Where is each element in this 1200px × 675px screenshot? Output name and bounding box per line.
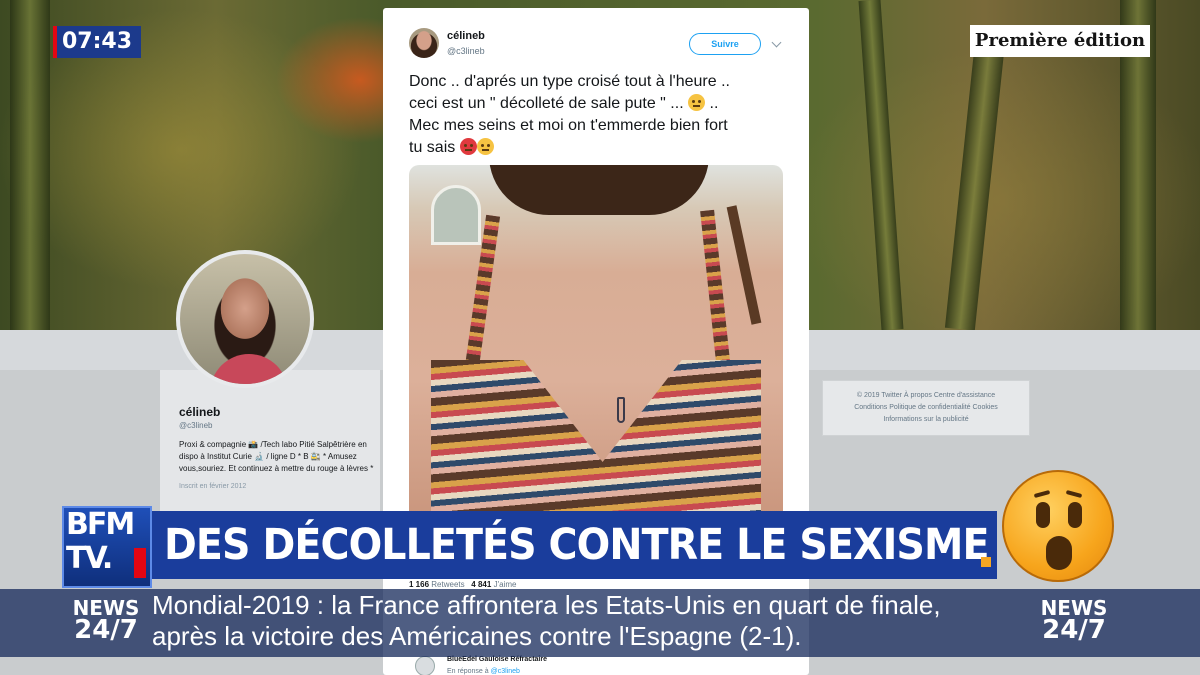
chevron-down-icon[interactable] (771, 37, 782, 48)
like-count[interactable]: 4 841 (471, 580, 491, 589)
emoji-brow (1033, 489, 1051, 499)
plant-stalk (10, 0, 50, 330)
footer-links-line[interactable]: Conditions Politique de confidentialité … (823, 402, 1029, 414)
emoji-brow (1065, 489, 1083, 499)
ticker-line: Mondial-2019 : la France affrontera les … (152, 590, 941, 620)
tweet-text-line: ceci est un " décolleté de sale pute " .… (409, 93, 789, 115)
like-label: J'aime (493, 580, 517, 589)
tweet-author-handle: @c3lineb (447, 46, 485, 56)
show-title: Première édition (970, 25, 1150, 57)
logo-red-bar (134, 548, 146, 578)
profile-info: célineb @c3lineb Proxi & compagnie 📸 /Te… (179, 405, 379, 490)
tweet-author-avatar[interactable] (409, 28, 439, 58)
eye-roll-emoji-icon (476, 138, 494, 155)
profile-avatar[interactable] (176, 250, 314, 388)
tweet-stats: 1 166 Retweets 4 841 J'aime (409, 580, 516, 589)
retweet-label: Retweets (431, 580, 465, 589)
ticker-line: après la victoire des Américaines contre… (152, 621, 802, 651)
photo-window (431, 185, 481, 245)
news-ticker-text: Mondial-2019 : la France affrontera les … (152, 590, 1022, 656)
photo-tattoo (617, 397, 625, 423)
photo-striped-top (431, 360, 761, 523)
footer-links-line[interactable]: Informations sur la publicité (823, 414, 1029, 426)
tweet-author-name[interactable]: célineb (447, 30, 485, 42)
follow-button[interactable]: Suivre (689, 33, 761, 55)
tweet-text-line: tu sais (409, 137, 789, 159)
tweet-text-line: Mec mes seins et moi on t'emmerde bien f… (409, 117, 728, 134)
footer-links-card: © 2019 Twitter À propos Centre d'assista… (822, 380, 1030, 436)
news-label-line: 24/7 (74, 615, 138, 645)
reply-avatar[interactable] (415, 656, 435, 675)
tweet-text-line: Donc .. d'aprés un type croisé tout à l'… (409, 73, 730, 90)
plant-stalk (858, 0, 904, 331)
bfmtv-logo: BFM TV. (62, 506, 152, 588)
retweet-count[interactable]: 1 166 (409, 580, 429, 589)
plant-stalk (944, 39, 1006, 331)
profile-joined-date: Inscrit en février 2012 (179, 483, 247, 490)
reply-handle-link[interactable]: @c3lineb (491, 668, 520, 675)
tweet-photo[interactable] (409, 165, 783, 523)
reply-context: En réponse à @c3lineb (447, 668, 520, 675)
emoji-eye (1068, 502, 1082, 528)
reply-prefix: En réponse à (447, 668, 489, 675)
news-label-line: 24/7 (1042, 615, 1106, 645)
profile-handle: @c3lineb (179, 421, 213, 430)
tweet-text-fragment: ceci est un " décolleté de sale pute " .… (409, 95, 684, 112)
photo-hair (489, 165, 709, 215)
footer-links-line[interactable]: © 2019 Twitter À propos Centre d'assista… (823, 390, 1029, 402)
headline-accent-dot (981, 557, 991, 567)
profile-bio: Proxi & compagnie 📸 /Tech labo Pitié Sal… (179, 440, 374, 473)
profile-name[interactable]: célineb (179, 405, 379, 419)
tweet-text: Donc .. d'aprés un type croisé tout à l'… (409, 71, 789, 159)
clock-accent (53, 26, 57, 58)
thinking-emoji-icon (688, 94, 706, 111)
tweet-text-fragment: .. (709, 95, 719, 112)
angry-emoji-icon (459, 138, 477, 155)
clock: 07:43 (53, 26, 141, 58)
photo-bag-strap (726, 205, 762, 325)
photo-strap (700, 209, 732, 381)
headline-text: DES DÉCOLLETÉS CONTRE LE SEXISME (164, 520, 989, 570)
reply-author-name[interactable]: BlueEdel Gauloise Réfractaire (447, 656, 547, 663)
news-24-7-label: NEWS 24/7 (66, 597, 146, 645)
headline-banner: DES DÉCOLLETÉS CONTRE LE SEXISME (152, 511, 997, 579)
news-24-7-label: NEWS 24/7 (1034, 597, 1114, 645)
tweet-text-fragment: tu sais (409, 139, 456, 156)
shocked-emoji-icon (1002, 470, 1114, 582)
logo-line: BFM (66, 507, 135, 542)
emoji-eye (1036, 502, 1050, 528)
emoji-mouth (1046, 536, 1072, 570)
